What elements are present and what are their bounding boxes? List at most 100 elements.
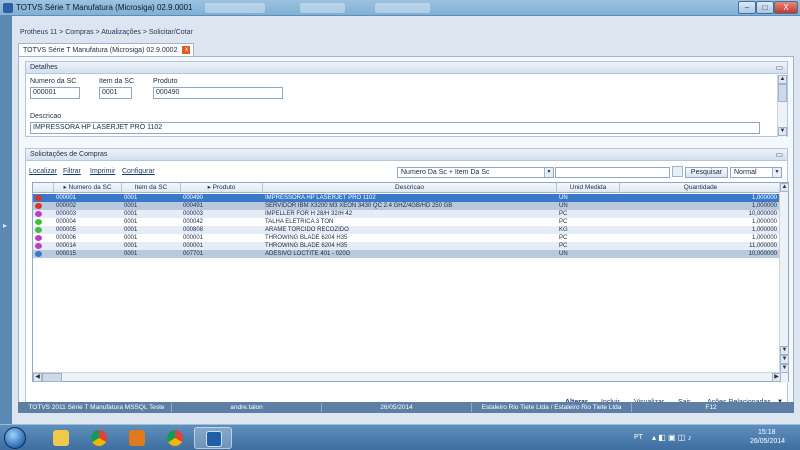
- produto-field[interactable]: 000490: [153, 87, 283, 99]
- table-row[interactable]: 000004 0001 000042 TALHA ELETRICA 3 TON PC 1,…: [33, 218, 781, 226]
- table-cell: 000015: [56, 251, 77, 257]
- scroll-thumb[interactable]: [42, 373, 62, 382]
- scroll-left-icon[interactable]: ◀: [33, 373, 42, 382]
- status-legend-icon: [35, 235, 42, 241]
- header-descricao[interactable]: Descricao: [263, 183, 557, 193]
- order-select-value: Numero Da Sc + Item Da Sc: [401, 169, 490, 176]
- table-hscroll[interactable]: ◀ ▶: [33, 372, 781, 382]
- start-button[interactable]: [4, 427, 26, 449]
- table-cell: ARAME TORCIDO RECOZIDO: [265, 227, 349, 233]
- chrome-taskbar-button[interactable]: [80, 427, 118, 449]
- table-cell: 000006: [56, 235, 77, 241]
- scroll-up-icon[interactable]: ▲: [780, 183, 789, 192]
- status-company: Estaleiro Rio Tiete Ltda / Estaleiro Rio…: [472, 403, 632, 412]
- chrome-taskbar-button[interactable]: [156, 427, 194, 449]
- table-cell: 10,000000: [748, 251, 777, 257]
- order-select[interactable]: Numero Da Sc + Item Da Sc ▼: [397, 167, 554, 178]
- chevron-down-icon[interactable]: ▼: [544, 168, 553, 177]
- background-window-tab: [205, 3, 265, 13]
- table-cell: 0001: [124, 235, 138, 241]
- collapse-icon[interactable]: ▭: [775, 63, 783, 72]
- table-cell: 10,000000: [748, 211, 777, 217]
- calendar-icon[interactable]: [672, 166, 683, 177]
- search-input[interactable]: [555, 167, 670, 178]
- item-sc-label: Item da SC: [99, 78, 135, 85]
- close-button[interactable]: X: [774, 1, 798, 14]
- table-row[interactable]: 000005 0001 000808 ARAME TORCIDO RECOZIDO KG…: [33, 226, 781, 234]
- descricao-label: Descricao: [30, 113, 62, 120]
- main-area: Protheus 11 > Compras > Atualizações > S…: [12, 16, 800, 424]
- chrome-icon: [167, 430, 183, 446]
- expand-menu-icon[interactable]: ▸: [3, 221, 9, 243]
- table-cell: KG: [559, 227, 568, 233]
- explorer-taskbar-button[interactable]: [42, 427, 80, 449]
- table-cell: IMPRESSORA HP LASERJET PRO 1102: [265, 195, 376, 201]
- configurar-link[interactable]: Configurar: [122, 168, 155, 175]
- app-icon: [3, 3, 13, 13]
- tab-document[interactable]: TOTVS Série T Manufatura (Microsiga) 02.…: [18, 43, 195, 56]
- scroll-down-icon[interactable]: ▼: [780, 355, 789, 364]
- imprimir-link[interactable]: Imprimir: [90, 168, 115, 175]
- scroll-down-icon[interactable]: ▼: [780, 364, 789, 373]
- status-legend-icon: [35, 203, 42, 209]
- scroll-down-icon[interactable]: ▼: [780, 346, 789, 355]
- table-cell: UN: [559, 203, 568, 209]
- header-quantidade[interactable]: Quantidade: [620, 183, 781, 193]
- table-cell: 0001: [124, 195, 138, 201]
- details-scrollbar[interactable]: ▲ ▼: [777, 75, 787, 137]
- minimize-button[interactable]: –: [738, 1, 756, 14]
- table-cell: 000003: [183, 211, 204, 217]
- background-window-tab: [300, 3, 345, 13]
- language-indicator[interactable]: PT: [634, 434, 643, 441]
- header-produto[interactable]: ▸ Produto: [181, 183, 263, 193]
- table-row[interactable]: 000001 0001 000490 IMPRESSORA HP LASERJET P…: [33, 194, 781, 202]
- table-row[interactable]: 000015 0001 007701 ADESIVO LOCTITE 401 - 02…: [33, 250, 781, 258]
- status-legend-icon: [35, 195, 42, 201]
- totvs-icon: [206, 431, 222, 447]
- descricao-field[interactable]: IMPRESSORA HP LASERJET PRO 1102: [30, 122, 760, 134]
- scroll-up-icon[interactable]: ▲: [778, 75, 787, 84]
- scroll-right-icon[interactable]: ▶: [772, 373, 781, 382]
- table-cell: PC: [559, 219, 568, 225]
- table-cell: 000014: [56, 243, 77, 249]
- scroll-thumb[interactable]: [778, 84, 787, 102]
- table-cell: 0001: [124, 251, 138, 257]
- table-row[interactable]: 000006 0001 000001 THROWING BLADE 6204 H35 P…: [33, 234, 781, 242]
- numero-sc-field[interactable]: 000001: [30, 87, 80, 99]
- table-row[interactable]: 000002 0001 000491 SERVIDOR IBM X3200 M3 XE…: [33, 202, 781, 210]
- view-select[interactable]: Normal ▼: [730, 167, 782, 178]
- view-select-value: Normal: [734, 169, 757, 176]
- table-cell: 1,000000: [751, 235, 777, 241]
- table-cell: 0001: [124, 219, 138, 225]
- status-legend-icon: [35, 227, 42, 233]
- localizar-link[interactable]: Localizar: [29, 168, 57, 175]
- table-cell: 000003: [56, 211, 77, 217]
- panel-title: Solicitações de Compras: [30, 151, 108, 158]
- table-vscroll[interactable]: ▲ ▼ ▼ ▼: [779, 183, 789, 383]
- table-cell: UN: [559, 251, 568, 257]
- collapse-icon[interactable]: ▭: [775, 150, 783, 159]
- requests-table[interactable]: ▸ Numero da SC Item da SC ▸ Produto Desc…: [32, 182, 789, 383]
- header-unid[interactable]: Unid Medida: [557, 183, 620, 193]
- chevron-down-icon[interactable]: ▼: [772, 168, 781, 177]
- clock-time[interactable]: 15:18: [758, 429, 776, 436]
- status-legend-icon: [35, 243, 42, 249]
- item-sc-field[interactable]: 0001: [99, 87, 132, 99]
- table-row[interactable]: 000003 0001 000003 IMPELLER FOR H 28/H 32/H…: [33, 210, 781, 218]
- tab-close-icon[interactable]: x: [182, 46, 191, 54]
- table-cell: 000808: [183, 227, 204, 233]
- totvs-taskbar-button[interactable]: [194, 427, 232, 449]
- outlook-taskbar-button[interactable]: [118, 427, 156, 449]
- tray-icons[interactable]: ▴ ◧ ▣ ◫ ♪: [652, 433, 692, 442]
- pesquisar-button[interactable]: Pesquisar: [685, 167, 728, 178]
- maximize-button[interactable]: □: [756, 1, 774, 14]
- taskbar: PT ▴ ◧ ▣ ◫ ♪ 15:18 26/05/2014: [0, 424, 800, 450]
- filtrar-link[interactable]: Filtrar: [63, 168, 81, 175]
- table-row[interactable]: 000014 0001 000001 THROWING BLADE 6204 H35 P…: [33, 242, 781, 250]
- clock-date[interactable]: 26/05/2014: [750, 438, 785, 445]
- scroll-down-icon[interactable]: ▼: [778, 127, 787, 136]
- table-cell: TALHA ELETRICA 3 TON: [265, 219, 334, 225]
- header-item[interactable]: Item da SC: [122, 183, 181, 193]
- table-cell: 1,000000: [751, 203, 777, 209]
- header-numero[interactable]: ▸ Numero da SC: [54, 183, 122, 193]
